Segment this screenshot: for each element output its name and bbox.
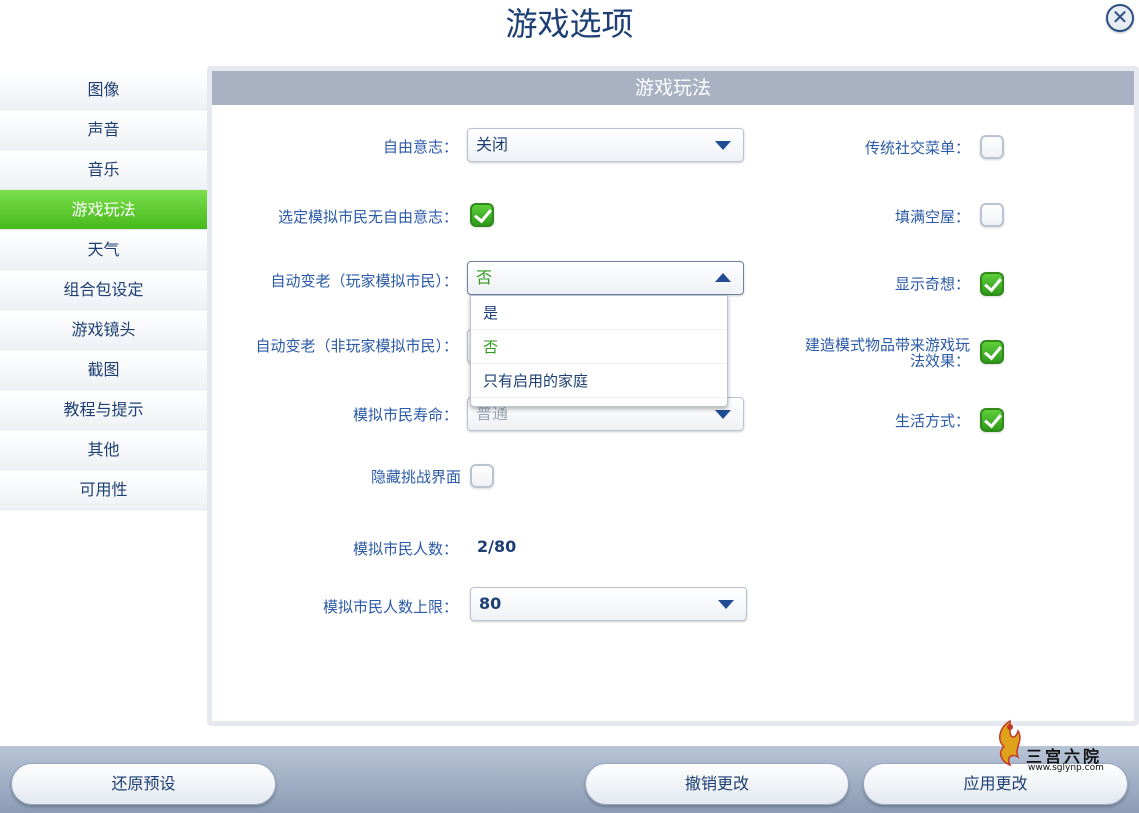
legacy-social-menu-label: 传统社交菜单： — [864, 139, 970, 157]
auto-age-dropdown-list: 是 否 只有启用的家庭 — [470, 295, 728, 407]
dropdown-option-yes[interactable]: 是 — [471, 296, 727, 330]
fill-empty-houses-checkbox[interactable] — [980, 203, 1004, 227]
undo-changes-button[interactable]: 撤销更改 — [585, 763, 849, 805]
build-mode-effects-label-line1: 建造模式物品带来游戏玩 — [804, 336, 970, 354]
sidebar-item-music[interactable]: 音乐 — [0, 150, 207, 190]
sidebar-item-graphics[interactable]: 图像 — [0, 70, 207, 110]
sidebar-item-pack-settings[interactable]: 组合包设定 — [0, 270, 207, 310]
chevron-down-icon — [715, 141, 731, 150]
auto-age-played-value: 否 — [476, 268, 493, 287]
panel-header: 游戏玩法 — [212, 71, 1134, 105]
sidebar-item-screenshots[interactable]: 截图 — [0, 350, 207, 390]
phoenix-icon — [999, 719, 1021, 767]
sidebar-item-weather[interactable]: 天气 — [0, 230, 207, 270]
dropdown-option-no[interactable]: 否 — [471, 330, 727, 364]
lifestyles-label: 生活方式： — [894, 412, 970, 430]
show-whims-checkbox[interactable] — [980, 272, 1004, 296]
sidebar-item-gameplay[interactable]: 游戏玩法 — [0, 190, 207, 230]
free-will-value: 关闭 — [476, 135, 509, 154]
sim-count-label: 模拟市民人数： — [352, 540, 458, 558]
build-mode-effects-checkbox[interactable] — [980, 340, 1004, 364]
close-icon[interactable]: ✕ — [1106, 4, 1134, 32]
legacy-social-menu-checkbox[interactable] — [980, 135, 1004, 159]
chevron-down-icon — [718, 600, 734, 609]
sidebar-item-tutorials[interactable]: 教程与提示 — [0, 390, 207, 430]
watermark-logo: 三宫六院 www.sglynp.com — [990, 717, 1120, 777]
hide-challenge-ui-label: 隐藏挑战界面 — [370, 468, 461, 486]
sidebar-item-other[interactable]: 其他 — [0, 430, 207, 470]
selected-sim-free-will-label: 选定模拟市民无自由意志： — [277, 208, 458, 226]
sidebar-item-accessibility[interactable]: 可用性 — [0, 470, 207, 510]
bottom-bar: 还原预设 撤销更改 应用更改 — [0, 746, 1139, 813]
sim-limit-select[interactable]: 80 — [470, 587, 747, 621]
sidebar: 图像 声音 音乐 游戏玩法 天气 组合包设定 游戏镜头 截图 教程与提示 其他 … — [0, 70, 207, 510]
sim-lifespan-label: 模拟市民寿命： — [352, 406, 458, 424]
chevron-down-icon — [715, 410, 731, 419]
auto-age-unplayed-label: 自动变老（非玩家模拟市民）： — [255, 337, 458, 355]
free-will-label: 自由意志： — [382, 138, 458, 156]
restore-defaults-button[interactable]: 还原预设 — [11, 763, 276, 805]
sidebar-item-camera[interactable]: 游戏镜头 — [0, 310, 207, 350]
sidebar-item-sound[interactable]: 声音 — [0, 110, 207, 150]
auto-age-played-select[interactable]: 否 — [467, 261, 744, 295]
hide-challenge-ui-checkbox[interactable] — [470, 464, 494, 488]
sim-count-value: 2/80 — [477, 537, 517, 556]
free-will-select[interactable]: 关闭 — [467, 128, 744, 162]
watermark-url: www.sglynp.com — [1028, 763, 1104, 773]
sim-limit-value: 80 — [479, 594, 502, 613]
auto-age-played-label: 自动变老（玩家模拟市民）： — [270, 272, 458, 290]
lifestyles-checkbox[interactable] — [980, 408, 1004, 432]
chevron-up-icon — [715, 273, 731, 282]
build-mode-effects-label: 建造模式物品带来游戏玩 法效果： — [760, 337, 970, 369]
sim-limit-label: 模拟市民人数上限： — [322, 598, 458, 616]
show-whims-label: 显示奇想： — [894, 275, 970, 293]
selected-sim-free-will-checkbox[interactable] — [470, 203, 494, 227]
page-title: 游戏选项 — [505, 5, 634, 43]
fill-empty-houses-label: 填满空屋： — [894, 208, 970, 226]
dropdown-option-active-household[interactable]: 只有启用的家庭 — [471, 364, 727, 398]
build-mode-effects-label-line2: 法效果： — [909, 352, 970, 370]
